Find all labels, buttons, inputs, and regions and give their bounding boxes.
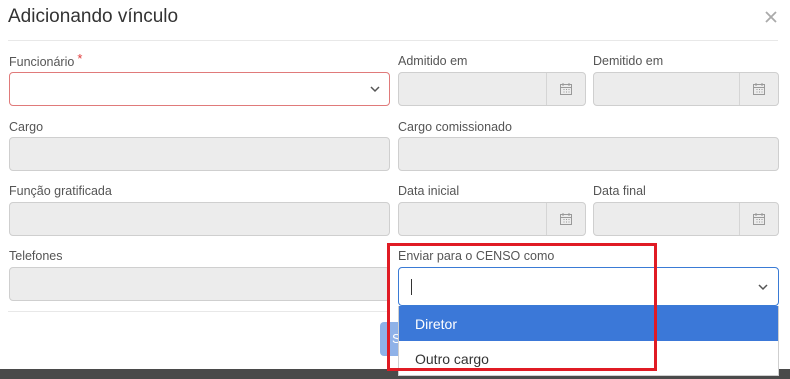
funcao-gratificada-input[interactable] (9, 202, 390, 236)
calendar-icon (753, 213, 765, 225)
header-divider (8, 40, 778, 41)
enviar-censo-select[interactable] (398, 267, 779, 306)
telefones-label: Telefones (9, 249, 63, 263)
cargo-comissionado-input[interactable] (398, 137, 779, 171)
admitido-em-label: Admitido em (398, 54, 468, 68)
required-mark: * (77, 51, 83, 66)
chevron-down-icon (758, 284, 768, 291)
cargo-input[interactable] (9, 137, 390, 171)
data-inicial-label: Data inicial (398, 184, 460, 198)
data-final-label: Data final (593, 184, 646, 198)
save-button[interactable]: S (380, 322, 400, 356)
funcao-gratificada-label: Função gratificada (9, 184, 112, 198)
demitido-em-calendar-button[interactable] (739, 73, 778, 105)
data-final-calendar-button[interactable] (739, 203, 778, 235)
calendar-icon (753, 83, 765, 95)
funcionario-select[interactable] (9, 72, 390, 106)
option-diretor[interactable]: Diretor (399, 306, 778, 341)
enviar-censo-dropdown: Diretor Outro cargo (398, 306, 779, 376)
chevron-down-icon (370, 86, 380, 93)
data-inicial-input[interactable] (398, 202, 586, 236)
demitido-em-label: Demitido em (593, 54, 664, 68)
demitido-em-input[interactable] (593, 72, 779, 106)
modal-title: Adicionando vínculo (8, 6, 179, 27)
close-icon (765, 11, 777, 23)
telefones-input[interactable] (9, 267, 390, 301)
data-final-input[interactable] (593, 202, 779, 236)
footer-divider (8, 311, 388, 312)
funcionario-label-text: Funcionário (9, 55, 75, 69)
admitido-em-calendar-button[interactable] (546, 73, 585, 105)
cargo-label: Cargo (9, 120, 44, 134)
calendar-icon (560, 83, 572, 95)
admitido-em-input[interactable] (398, 72, 586, 106)
data-inicial-calendar-button[interactable] (546, 203, 585, 235)
cargo-comissionado-label: Cargo comissionado (398, 120, 512, 134)
option-outro-cargo[interactable]: Outro cargo (399, 341, 778, 376)
calendar-icon (560, 213, 572, 225)
close-button[interactable] (761, 7, 781, 27)
add-link-modal: Adicionando vínculo Funcionário * Admitid… (0, 0, 790, 376)
text-cursor (411, 279, 412, 295)
funcionario-label: Funcionário * (9, 51, 83, 69)
enviar-censo-label: Enviar para o CENSO como (398, 249, 555, 263)
